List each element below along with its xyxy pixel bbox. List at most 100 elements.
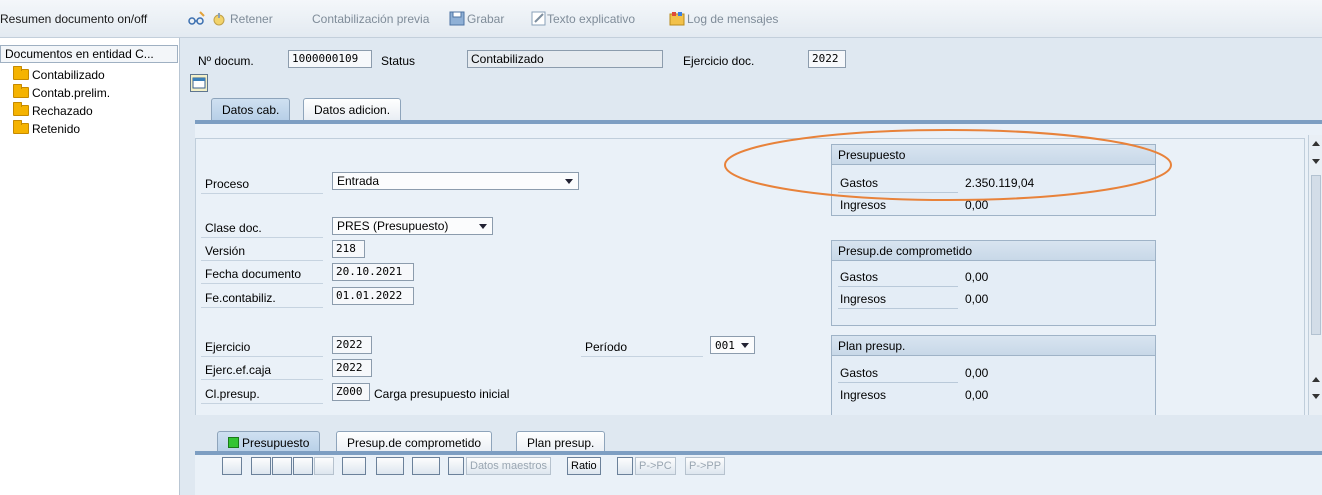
texto-explicativo-button[interactable]: Texto explicativo bbox=[547, 12, 635, 26]
tab-datos-cab[interactable]: Datos cab. bbox=[211, 98, 291, 120]
proceso-label: Proceso bbox=[205, 177, 250, 191]
row-separator bbox=[201, 403, 323, 404]
chevron-down-icon bbox=[479, 224, 487, 229]
chart-icon[interactable] bbox=[617, 457, 633, 475]
periodo-label: Período bbox=[585, 340, 628, 354]
version-field[interactable]: 218 bbox=[332, 240, 365, 258]
folder-icon bbox=[13, 102, 29, 116]
sort-ascending-icon[interactable] bbox=[251, 457, 271, 475]
fecha-documento-label: Fecha documento bbox=[205, 267, 302, 281]
ejerc-ef-caja-label: Ejerc.ef.caja bbox=[205, 363, 272, 377]
clase-doc-label: Clase doc. bbox=[205, 221, 262, 235]
scroll-thumb[interactable] bbox=[1311, 175, 1321, 335]
grabar-button[interactable]: Grabar bbox=[467, 12, 504, 26]
tab-plan-presup[interactable]: Plan presup. bbox=[516, 431, 606, 453]
periodo-dropdown[interactable]: 001 bbox=[710, 336, 755, 354]
ejerc-ef-caja-field[interactable]: 2022 bbox=[332, 359, 372, 377]
sort-descending-icon[interactable] bbox=[272, 457, 292, 475]
folder-icon bbox=[13, 84, 29, 98]
print-icon[interactable] bbox=[376, 457, 404, 475]
row-separator bbox=[581, 356, 703, 357]
sum-icon[interactable] bbox=[342, 457, 366, 475]
fe-contabiliz-label: Fe.contabiliz. bbox=[205, 291, 276, 305]
details-icon[interactable] bbox=[222, 457, 242, 475]
status-green-icon bbox=[228, 437, 239, 448]
row-separator bbox=[201, 307, 323, 308]
vertical-scrollbar[interactable] bbox=[1308, 135, 1322, 415]
plan-gastos-value: 0,00 bbox=[965, 366, 989, 380]
application-toolbar: Resumen documento on/off Retener Contabi… bbox=[0, 0, 1322, 38]
retener-button[interactable]: Retener bbox=[230, 12, 273, 26]
row-separator bbox=[201, 379, 323, 380]
row-separator bbox=[838, 286, 958, 287]
clpresup-description: Carga presupuesto inicial bbox=[374, 387, 510, 401]
nodoc-label: Nº docum. bbox=[198, 54, 254, 68]
layout-icon[interactable] bbox=[412, 457, 440, 475]
glasses-pencil-icon[interactable] bbox=[188, 11, 205, 26]
ejercicio-label: Ejercicio bbox=[205, 340, 251, 354]
highlight-ellipse-annotation bbox=[724, 129, 1172, 201]
toolbar-title-summary-toggle[interactable]: Resumen documento on/off bbox=[0, 12, 147, 26]
explanatory-text-icon[interactable] bbox=[531, 11, 547, 26]
tree-item-retenido[interactable]: Retenido bbox=[13, 120, 80, 136]
bottom-area: Presupuesto Presup.de comprometido Plan … bbox=[180, 415, 1322, 495]
fecha-documento-field[interactable]: 20.10.2021 bbox=[332, 263, 414, 281]
ejercicio-doc-label: Ejercicio doc. bbox=[683, 54, 755, 68]
row-separator bbox=[838, 308, 958, 309]
highlight-ellipse bbox=[724, 129, 1172, 201]
row-separator bbox=[201, 193, 323, 194]
fe-contabiliz-field[interactable]: 01.01.2022 bbox=[332, 287, 414, 305]
document-tree-panel: Documentos en entidad C... Contabilizado… bbox=[0, 38, 180, 495]
tree-item-rechazado[interactable]: Rechazado bbox=[13, 102, 93, 118]
nodoc-field[interactable]: 1000000109 bbox=[288, 50, 372, 68]
tab-presup-comprometido[interactable]: Presup.de comprometido bbox=[336, 431, 493, 453]
scroll-down-icon[interactable] bbox=[1312, 394, 1320, 399]
p-pp-button[interactable]: P->PP bbox=[685, 457, 726, 475]
ratio-button[interactable]: Ratio bbox=[567, 457, 601, 475]
save-icon[interactable] bbox=[449, 11, 465, 26]
hold-icon[interactable] bbox=[211, 11, 227, 26]
find-next-icon[interactable] bbox=[314, 457, 334, 475]
clpresup-label: Cl.presup. bbox=[205, 387, 260, 401]
comprometido-gastos-value: 0,00 bbox=[965, 270, 989, 284]
scroll-up-icon[interactable] bbox=[1312, 377, 1320, 382]
plan-presup-group: Plan presup. Gastos 0,00 Ingresos 0,00 bbox=[831, 335, 1156, 419]
ejercicio-field[interactable]: 2022 bbox=[332, 336, 372, 354]
contabilizacion-previa-button[interactable]: Contabilización previa bbox=[312, 12, 429, 26]
info-icon[interactable] bbox=[448, 457, 464, 475]
clpresup-code-field[interactable]: Z000 bbox=[332, 383, 370, 401]
tab-presupuesto[interactable]: Presupuesto bbox=[217, 431, 321, 453]
find-icon[interactable] bbox=[293, 457, 313, 475]
log-mensajes-button[interactable]: Log de mensajes bbox=[687, 12, 778, 26]
datos-maestros-button[interactable]: Datos maestros bbox=[466, 457, 552, 475]
clase-doc-dropdown[interactable]: PRES (Presupuesto) bbox=[332, 217, 493, 235]
plan-ingresos-label: Ingresos bbox=[840, 388, 887, 402]
tree-root-node[interactable]: Documentos en entidad C... bbox=[0, 45, 178, 63]
scroll-up-icon[interactable] bbox=[1312, 141, 1320, 146]
row-separator bbox=[201, 283, 323, 284]
ejercicio-doc-field[interactable]: 2022 bbox=[808, 50, 846, 68]
row-separator bbox=[838, 382, 958, 383]
comprometido-gastos-label: Gastos bbox=[840, 270, 879, 284]
message-log-icon[interactable] bbox=[669, 11, 685, 26]
plan-presup-group-title: Plan presup. bbox=[832, 336, 1155, 356]
status-field[interactable]: Contabilizado bbox=[467, 50, 663, 68]
row-separator bbox=[201, 356, 323, 357]
row-separator bbox=[201, 237, 323, 238]
comprometido-ingresos-label: Ingresos bbox=[840, 292, 887, 306]
header-details-icon[interactable] bbox=[190, 74, 208, 92]
comprometido-group: Presup.de comprometido Gastos 0,00 Ingre… bbox=[831, 240, 1156, 326]
version-label: Versión bbox=[205, 244, 246, 258]
chevron-down-icon bbox=[565, 179, 573, 184]
tab-datos-adicion[interactable]: Datos adicion. bbox=[303, 98, 402, 120]
folder-icon bbox=[13, 120, 29, 134]
comprometido-group-title: Presup.de comprometido bbox=[832, 241, 1155, 261]
status-label: Status bbox=[381, 54, 416, 68]
scroll-down-icon[interactable] bbox=[1312, 159, 1320, 164]
folder-icon bbox=[13, 66, 29, 80]
chevron-down-icon bbox=[741, 343, 749, 348]
tree-item-contab-prelim[interactable]: Contab.prelim. bbox=[13, 84, 110, 100]
tree-item-contabilizado[interactable]: Contabilizado bbox=[13, 66, 105, 82]
p-pc-button[interactable]: P->PC bbox=[635, 457, 676, 475]
proceso-dropdown[interactable]: Entrada bbox=[332, 172, 579, 190]
